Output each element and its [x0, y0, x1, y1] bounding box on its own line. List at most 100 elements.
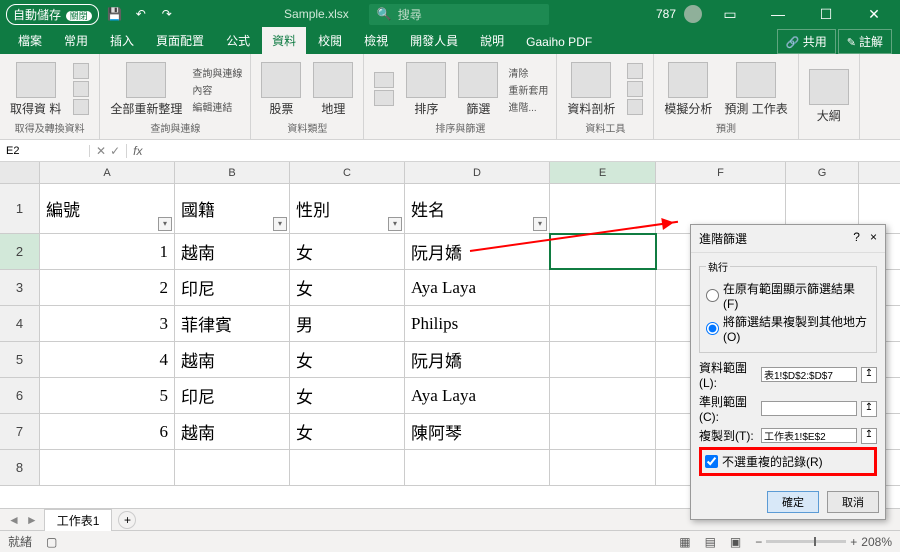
range-picker-icon[interactable]: ↥ — [861, 367, 877, 383]
cell-B2[interactable]: 越南 — [175, 234, 290, 269]
range-picker-icon[interactable]: ↥ — [861, 401, 877, 417]
fx-label[interactable]: fx — [126, 144, 148, 158]
tab-home[interactable]: 常用 — [54, 27, 98, 54]
cell-D2[interactable]: 阮月嬌 — [405, 234, 550, 269]
zoom-out-icon[interactable]: − — [755, 535, 762, 549]
unique-records-checkbox[interactable] — [705, 455, 718, 468]
filter-dropdown-icon[interactable]: ▾ — [533, 217, 547, 231]
text-to-columns-button[interactable]: 資料剖析 — [565, 60, 617, 119]
filter-dropdown-icon[interactable]: ▾ — [158, 217, 172, 231]
cell-E2[interactable] — [550, 234, 656, 269]
cell-C3[interactable]: 女 — [290, 270, 405, 305]
avatar[interactable] — [684, 5, 702, 23]
cell-B4[interactable]: 菲律賓 — [175, 306, 290, 341]
reapply-item[interactable]: 重新套用 — [508, 81, 548, 98]
filter-dropdown-icon[interactable]: ▾ — [388, 217, 402, 231]
cell-D7[interactable]: 陳阿琴 — [405, 414, 550, 449]
row-header-3[interactable]: 3 — [0, 270, 40, 305]
zoom-slider[interactable] — [766, 540, 846, 543]
cell-A7[interactable]: 6 — [40, 414, 175, 449]
cancel-button[interactable]: 取消 — [827, 491, 879, 513]
row-header-2[interactable]: 2 — [0, 234, 40, 269]
edit-links-item[interactable]: 編輯連結 — [192, 98, 242, 115]
criteria-range-input[interactable] — [761, 401, 857, 416]
radio-inplace[interactable] — [706, 289, 719, 302]
name-box[interactable]: E2 — [0, 145, 90, 157]
sort-button[interactable]: 排序 — [404, 60, 448, 119]
cell-E4[interactable] — [550, 306, 656, 341]
sheet-tab[interactable]: 工作表1 — [44, 509, 113, 531]
cell-A8[interactable] — [40, 450, 175, 485]
dialog-close-icon[interactable]: × — [870, 230, 877, 244]
save-icon[interactable]: 💾 — [105, 7, 125, 21]
cell-E7[interactable] — [550, 414, 656, 449]
zoom-in-icon[interactable]: + — [850, 535, 857, 549]
comment-button[interactable]: ✎ 註解 — [838, 29, 892, 54]
cell-A3[interactable]: 2 — [40, 270, 175, 305]
redo-icon[interactable]: ↷ — [157, 7, 177, 21]
cell-B1[interactable]: 國籍▾ — [175, 184, 290, 233]
cell-B8[interactable] — [175, 450, 290, 485]
tab-layout[interactable]: 頁面配置 — [146, 27, 214, 54]
properties-item[interactable]: 內容 — [192, 81, 242, 98]
cell-D3[interactable]: Aya Laya — [405, 270, 550, 305]
cell-E5[interactable] — [550, 342, 656, 377]
cell-B6[interactable]: 印尼 — [175, 378, 290, 413]
cell-A2[interactable]: 1 — [40, 234, 175, 269]
tab-formulas[interactable]: 公式 — [216, 27, 260, 54]
filter-button[interactable]: 篩選 — [456, 60, 500, 119]
undo-icon[interactable]: ↶ — [131, 7, 151, 21]
cell-C2[interactable]: 女 — [290, 234, 405, 269]
cell-C7[interactable]: 女 — [290, 414, 405, 449]
add-sheet-button[interactable]: + — [118, 511, 136, 529]
dialog-help-icon[interactable]: ? — [853, 230, 860, 244]
close-icon[interactable]: ✕ — [854, 6, 894, 23]
tab-file[interactable]: 檔案 — [8, 27, 52, 54]
tab-view[interactable]: 檢視 — [354, 27, 398, 54]
row-header-7[interactable]: 7 — [0, 414, 40, 449]
zoom-level[interactable]: 208% — [861, 535, 892, 549]
stocks-button[interactable]: 股票 — [259, 60, 303, 119]
col-header-B[interactable]: B — [175, 162, 290, 183]
tab-insert[interactable]: 插入 — [100, 27, 144, 54]
col-header-E[interactable]: E — [550, 162, 656, 183]
cell-A5[interactable]: 4 — [40, 342, 175, 377]
cancel-formula-icon[interactable]: ✕ — [96, 144, 106, 158]
tab-data[interactable]: 資料 — [262, 27, 306, 54]
cell-B3[interactable]: 印尼 — [175, 270, 290, 305]
sort-az-button[interactable] — [372, 70, 396, 108]
whatif-button[interactable]: 模擬分析 — [662, 60, 714, 119]
sheet-nav-next-icon[interactable]: ► — [26, 513, 38, 527]
select-all-corner[interactable] — [0, 162, 40, 183]
minimize-icon[interactable]: — — [758, 6, 798, 22]
col-header-C[interactable]: C — [290, 162, 405, 183]
view-normal-icon[interactable]: ▦ — [679, 535, 690, 549]
cell-D5[interactable]: 阮月嬌 — [405, 342, 550, 377]
row-header-1[interactable]: 1 — [0, 184, 40, 233]
row-header-8[interactable]: 8 — [0, 450, 40, 485]
cell-E6[interactable] — [550, 378, 656, 413]
sheet-nav-prev-icon[interactable]: ◄ — [8, 513, 20, 527]
cell-B7[interactable]: 越南 — [175, 414, 290, 449]
row-header-6[interactable]: 6 — [0, 378, 40, 413]
view-pagebreak-icon[interactable]: ▣ — [730, 535, 741, 549]
cell-E8[interactable] — [550, 450, 656, 485]
geography-button[interactable]: 地理 — [311, 60, 355, 119]
ribbon-mode-icon[interactable]: ▭ — [710, 6, 750, 23]
queries-item[interactable]: 查詢與連線 — [192, 64, 242, 81]
forecast-button[interactable]: 預測 工作表 — [722, 60, 789, 119]
cell-D4[interactable]: Philips — [405, 306, 550, 341]
record-macro-icon[interactable]: ▢ — [46, 535, 57, 549]
cell-A1[interactable]: 編號▾ — [40, 184, 175, 233]
get-data-button[interactable]: 取得資 料 — [8, 60, 63, 119]
row-header-5[interactable]: 5 — [0, 342, 40, 377]
cell-A4[interactable]: 3 — [40, 306, 175, 341]
tab-gaaiho[interactable]: Gaaiho PDF — [516, 30, 602, 54]
col-header-F[interactable]: F — [656, 162, 786, 183]
cell-D8[interactable] — [405, 450, 550, 485]
col-header-D[interactable]: D — [405, 162, 550, 183]
cell-D6[interactable]: Aya Laya — [405, 378, 550, 413]
cell-C4[interactable]: 男 — [290, 306, 405, 341]
row-header-4[interactable]: 4 — [0, 306, 40, 341]
list-range-input[interactable] — [761, 367, 857, 382]
